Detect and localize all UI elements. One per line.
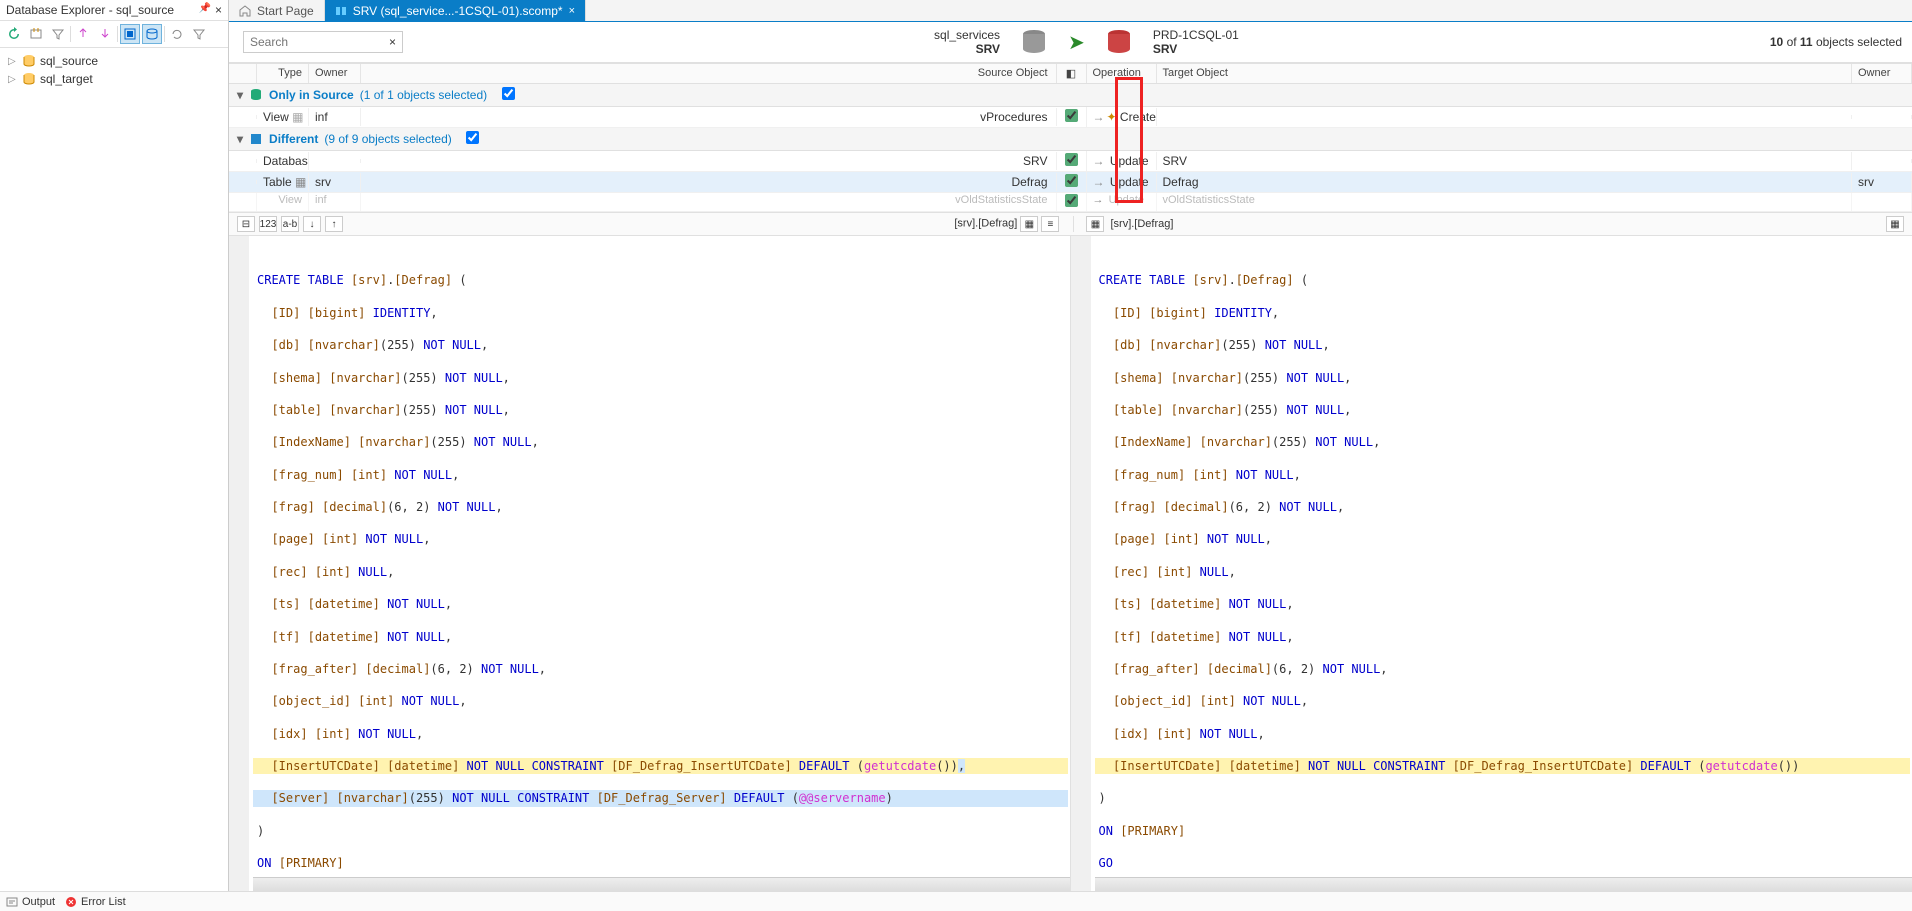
code-toolbar: ⊟ 123 a-b ↓ ↑ [srv].[Defrag] ▦ ≡ [229, 212, 1912, 236]
grid-icon-r[interactable]: ▦ [1886, 216, 1904, 232]
tree-node-source[interactable]: ▷ sql_source [2, 52, 226, 70]
comparison-grid: Type Owner Source Object ◧ Operation Tar… [229, 63, 1912, 212]
explorer-title: Database Explorer - sql_source [6, 3, 174, 17]
selection-count: 10 of 11 objects selected [1770, 35, 1902, 49]
close-icon[interactable]: × [569, 5, 575, 17]
row-checkbox[interactable] [1065, 153, 1078, 166]
database-icon [249, 88, 263, 102]
filter-icon[interactable] [48, 24, 68, 44]
output-icon [6, 896, 18, 908]
database-icon [22, 54, 36, 68]
close-explorer[interactable]: × [215, 3, 222, 17]
col-type[interactable]: Type [257, 64, 309, 83]
compare-icon [335, 5, 347, 17]
grid-icon[interactable]: ▦ [1086, 216, 1104, 232]
grid-icon[interactable]: ▦ [1020, 216, 1038, 232]
row-checkbox[interactable] [1065, 109, 1078, 122]
col-checkbox-header[interactable]: ◧ [1057, 64, 1087, 83]
table-row-truncated[interactable]: View inf vOldStatisticsState → Update vO… [229, 193, 1912, 212]
table-row[interactable]: Database 🗄 SRV → Update SRV [229, 151, 1912, 172]
chevron-right-icon[interactable]: ▷ [8, 74, 18, 85]
row-checkbox[interactable] [1065, 194, 1078, 207]
pull-icon[interactable] [95, 24, 115, 44]
home-icon [239, 5, 251, 17]
filter2-icon[interactable] [189, 24, 209, 44]
search-box[interactable]: × [243, 31, 403, 53]
left-code-pane[interactable]: CREATE TABLE [srv].[Defrag] ( [ID] [bigi… [229, 236, 1071, 891]
show-db-icon[interactable] [142, 24, 162, 44]
refresh2-icon[interactable] [167, 24, 187, 44]
target-schema: SRV [1153, 42, 1239, 56]
right-code-pane[interactable]: CREATE TABLE [srv].[Defrag] ( [ID] [bigi… [1071, 236, 1912, 891]
document-tabs: Start Page SRV (sql_service...-1CSQL-01)… [229, 0, 1912, 22]
status-bar: Output Error List [0, 891, 1912, 911]
table-row-selected[interactable]: Table ▦ srv Defrag → Update Defrag srv [229, 172, 1912, 193]
new-conn-icon[interactable] [26, 24, 46, 44]
source-schema: SRV [934, 42, 1000, 56]
target-db-icon [1105, 28, 1133, 56]
group-checkbox[interactable] [502, 87, 515, 100]
ab-icon[interactable]: a-b [281, 216, 299, 232]
col-target-owner[interactable]: Owner [1852, 64, 1912, 83]
view-mode-icon[interactable]: ⊟ [237, 216, 255, 232]
tab-compare-doc[interactable]: SRV (sql_service...-1CSQL-01).scomp* × [325, 0, 586, 21]
tree-node-target[interactable]: ▷ sql_target [2, 70, 226, 88]
content-panel: Start Page SRV (sql_service...-1CSQL-01)… [229, 0, 1912, 891]
col-operation[interactable]: Operation [1087, 64, 1157, 83]
source-db-icon [1020, 28, 1048, 56]
group-different[interactable]: ▾ Different (9 of 9 objects selected) [229, 128, 1912, 151]
tab-start-page[interactable]: Start Page [229, 0, 325, 21]
up-icon[interactable]: ↑ [325, 216, 343, 232]
error-list-button[interactable]: Error List [65, 896, 126, 908]
target-db-name: PRD-1CSQL-01 [1153, 28, 1239, 42]
table-row[interactable]: View ▦ inf vProcedures →✦ Create [229, 107, 1912, 128]
source-db-name: sql_services [934, 28, 1000, 42]
col-target[interactable]: Target Object [1157, 64, 1853, 83]
database-icon [22, 72, 36, 86]
row-checkbox[interactable] [1065, 174, 1078, 187]
arrow-right-icon: ➤ [1068, 30, 1085, 55]
diff-icon [249, 132, 263, 146]
error-icon [65, 896, 77, 908]
group-checkbox[interactable] [466, 131, 479, 144]
left-code-title: [srv].[Defrag] [954, 218, 1017, 230]
right-code-title: [srv].[Defrag] [1110, 218, 1173, 230]
numbers-icon[interactable]: 123 [259, 216, 277, 232]
explorer-toolbar [0, 21, 228, 48]
search-input[interactable] [250, 35, 370, 49]
pin-icon[interactable]: 📌 [199, 3, 211, 17]
col-owner[interactable]: Owner [309, 64, 361, 83]
push-icon[interactable] [73, 24, 93, 44]
refresh-icon[interactable] [4, 24, 24, 44]
list-icon[interactable]: ≡ [1041, 216, 1059, 232]
chevron-right-icon[interactable]: ▷ [8, 56, 18, 67]
database-explorer: Database Explorer - sql_source 📌 × [0, 0, 229, 891]
output-button[interactable]: Output [6, 896, 55, 908]
group-only-in-source[interactable]: ▾ Only in Source (1 of 1 objects selecte… [229, 84, 1912, 107]
col-source[interactable]: Source Object [361, 64, 1057, 83]
clear-icon[interactable]: × [389, 35, 396, 49]
down-icon[interactable]: ↓ [303, 216, 321, 232]
code-compare: CREATE TABLE [srv].[Defrag] ( [ID] [bigi… [229, 236, 1912, 891]
show-all-icon[interactable] [120, 24, 140, 44]
